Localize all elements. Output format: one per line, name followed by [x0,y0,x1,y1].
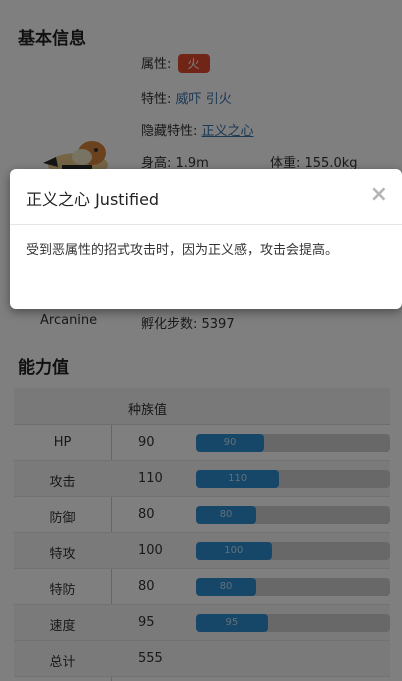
modal-backdrop[interactable] [0,0,402,681]
modal-title: 正义之心 Justified [26,190,160,209]
ability-modal: 正义之心 Justified × 受到恶属性的招式攻击时，因为正义感，攻击会提高… [10,169,402,309]
modal-body: 受到恶属性的招式攻击时，因为正义感，攻击会提高。 [26,243,339,258]
close-icon[interactable]: × [370,182,388,207]
modal-header: 正义之心 Justified × [10,169,402,225]
